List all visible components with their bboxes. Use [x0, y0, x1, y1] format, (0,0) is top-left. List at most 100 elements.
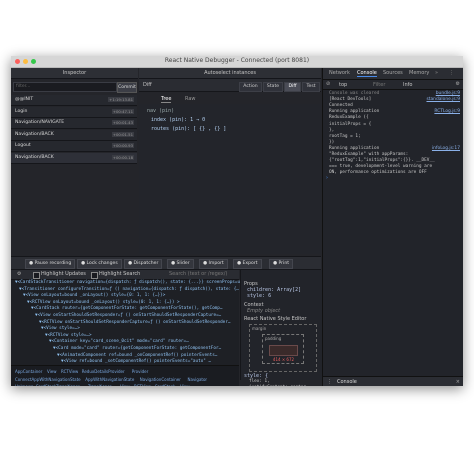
tree-node[interactable]: ▼<Card mode="card" router={getComponentF… [53, 346, 221, 352]
tree-node[interactable]: ▼<View style=…> [41, 326, 80, 332]
content-size-box: 414 × 672 [269, 345, 298, 362]
commit-button[interactable]: Commit [117, 82, 137, 93]
breadcrumb-item[interactable]: ConnectAppWithNavigationState [15, 377, 81, 382]
breadcrumb-item[interactable]: Unknown [15, 384, 34, 386]
action-name: @@INIT [15, 97, 34, 102]
tab-console[interactable]: Console [357, 70, 377, 77]
tree-node[interactable]: ▼<CardStack router={getComponentForState… [31, 306, 222, 312]
console-message: ReduxExample ({ [329, 115, 369, 121]
pause-recording-button[interactable]: ● Pause recording [25, 259, 76, 269]
devtools-tab-bar: Network Console Sources Memory » ⋮ [323, 68, 463, 80]
action-list-item[interactable]: Login +00:47.11 [11, 106, 137, 118]
action-list-item[interactable]: Navigation/BACK +00:00.18 [11, 152, 137, 164]
console-settings-gear-icon[interactable]: ⚙ [456, 81, 460, 87]
action-list-item[interactable]: Navigation/BACK +00:01.51 [11, 129, 137, 141]
lock-changes-label: Lock changes [86, 261, 118, 266]
tab-memory[interactable]: Memory [409, 70, 429, 76]
tree-node[interactable]: ▼<Transitioner configureTransition=ƒ () … [19, 287, 239, 293]
import-button[interactable]: ● Import [199, 259, 228, 269]
tree-node[interactable]: ▼<RCTView onStartShouldSetResponderCaptu… [39, 320, 230, 326]
console-source-link[interactable]: bundle.js:9 [436, 91, 460, 96]
tab-raw[interactable]: Raw [185, 96, 196, 102]
component-breadcrumbs: AppContainer View RCTView ReduxDetailsProvi… [11, 365, 239, 386]
console-message: Connected [329, 103, 353, 109]
breadcrumb-item[interactable]: NavigationContainer [140, 377, 181, 382]
slider-button[interactable]: ● Slider [167, 259, 194, 269]
console-filter-input[interactable]: Filter [373, 82, 385, 88]
style-property[interactable]: flex: 1, [249, 379, 270, 384]
more-tabs-icon[interactable]: » [435, 70, 438, 76]
action-name: Logout [15, 143, 31, 148]
console-message: ON, performance optimizations are OFF [329, 170, 427, 176]
clear-console-icon[interactable]: ⊘ [326, 81, 330, 87]
breadcrumb-item[interactable]: View [47, 369, 57, 374]
context-select[interactable]: top [339, 82, 347, 88]
breadcrumb-item[interactable]: Transitioner [88, 384, 111, 386]
breadcrumb-item[interactable]: View [180, 384, 190, 386]
console-source-link[interactable]: standalone.js:9 [426, 97, 460, 102]
tab-diff[interactable]: Diff [284, 82, 301, 92]
breadcrumb-item[interactable]: View [120, 384, 130, 386]
breadcrumb-item[interactable]: RCTView [134, 384, 151, 386]
context-empty: Empty object [247, 308, 281, 314]
tab-tree[interactable]: Tree [161, 96, 172, 103]
breadcrumb-item[interactable]: ReduxDetailsProvider [82, 369, 125, 374]
style-property[interactable]: justifyContent: center, [249, 385, 309, 387]
monitor-toolbar: ● Pause recording ● Lock changes ● Dispa… [11, 256, 321, 270]
breadcrumb-item[interactable]: Navigator [188, 377, 208, 382]
tree-node[interactable]: ▼<AnimatedComponent ref=bound _onCompone… [57, 353, 217, 359]
tab-network[interactable]: Network [329, 70, 350, 76]
breadcrumb-item[interactable]: CardStack [155, 384, 175, 386]
highlight-updates-label: Highlight Updates [41, 271, 86, 277]
highlight-search-checkbox[interactable] [91, 272, 98, 279]
print-button[interactable]: ● Print [269, 259, 294, 269]
tab-sources[interactable]: Sources [383, 70, 403, 76]
console-toolbar: ⊘ top Filter Info ⚙ [323, 80, 463, 90]
lock-icon: ● [81, 261, 86, 266]
drawer-menu-icon[interactable]: ⋮ [327, 379, 332, 385]
tab-test[interactable]: Test [302, 82, 320, 92]
tab-action[interactable]: Action [239, 82, 262, 92]
lock-changes-button[interactable]: ● Lock changes [77, 259, 122, 269]
diff-routes-line[interactable]: routes (pin): [ {} , {} ] [151, 126, 226, 132]
tree-node[interactable]: ▼<RCTView style=…> [45, 333, 92, 339]
elements-toolbar: ⚙ Highlight Updates Highlight Search Sea… [11, 270, 239, 280]
console-message: Running application [329, 109, 380, 115]
slider-label: Slider [176, 261, 190, 266]
action-list-item[interactable]: Navigation/NAVIGATE +00:01.43 [11, 118, 137, 129]
action-list-item[interactable]: Logout +00:00.93 [11, 141, 137, 152]
breadcrumb-item[interactable]: AppWithNavigationState [85, 377, 134, 382]
tree-node[interactable]: ▼<View onLayout=bound _onLayout() style=… [23, 293, 165, 299]
drawer-console-tab[interactable]: Console [337, 379, 357, 385]
action-name: Navigation/BACK [15, 131, 54, 137]
inspector-title: Inspector [11, 68, 138, 79]
action-time: +00:01.43 [111, 120, 134, 125]
tree-node[interactable]: ▼<View onStartShouldSetResponder=ƒ () on… [35, 313, 221, 319]
console-source-link[interactable]: infoLog.js:17 [432, 146, 460, 151]
settings-gear-icon[interactable]: ⚙ [17, 271, 21, 277]
drawer-close-icon[interactable]: × [456, 379, 460, 385]
breadcrumb-item[interactable]: Provider [132, 369, 148, 374]
log-level-select[interactable]: Info [403, 82, 412, 88]
console-source-link[interactable]: RCTLog.js:9 [434, 109, 460, 114]
autoselect-title: Autoselect instances [139, 68, 321, 79]
breadcrumb-item[interactable]: AppContainer [15, 369, 42, 374]
tree-node[interactable]: ▼<Container key="card_scene_0cit" mode="… [49, 339, 189, 345]
breadcrumb-item[interactable]: CardStackTransitioner [36, 384, 80, 386]
dispatcher-label: Dispatcher [133, 261, 159, 266]
element-search-input[interactable]: Search (text or /regex/) [169, 271, 227, 277]
breadcrumb-item[interactable]: RCTView [61, 369, 78, 374]
dispatcher-button[interactable]: ● Dispatcher [124, 259, 163, 269]
action-filter-input[interactable]: filter... [13, 82, 117, 92]
diff-index-line[interactable]: index (pin): 1 → 0 [151, 117, 205, 123]
prop-style[interactable]: style: 6 [247, 293, 271, 299]
diff-nav-line[interactable]: nav (pin) [147, 108, 174, 114]
tree-node[interactable]: ▼<RCTView onLayout=bound _onLayout() sty… [27, 300, 180, 306]
tab-state[interactable]: State [263, 82, 283, 92]
highlight-updates-checkbox[interactable] [33, 272, 40, 279]
devtools-menu-icon[interactable]: ⋮ [449, 70, 454, 76]
export-button[interactable]: ● Export [233, 259, 262, 269]
tree-node[interactable]: ▼<CardStackTransitioner navigation={disp… [15, 280, 245, 286]
action-list-item[interactable]: @@INIT +1:19:13.81 [11, 95, 137, 106]
console-prompt-icon[interactable]: › [326, 175, 328, 181]
